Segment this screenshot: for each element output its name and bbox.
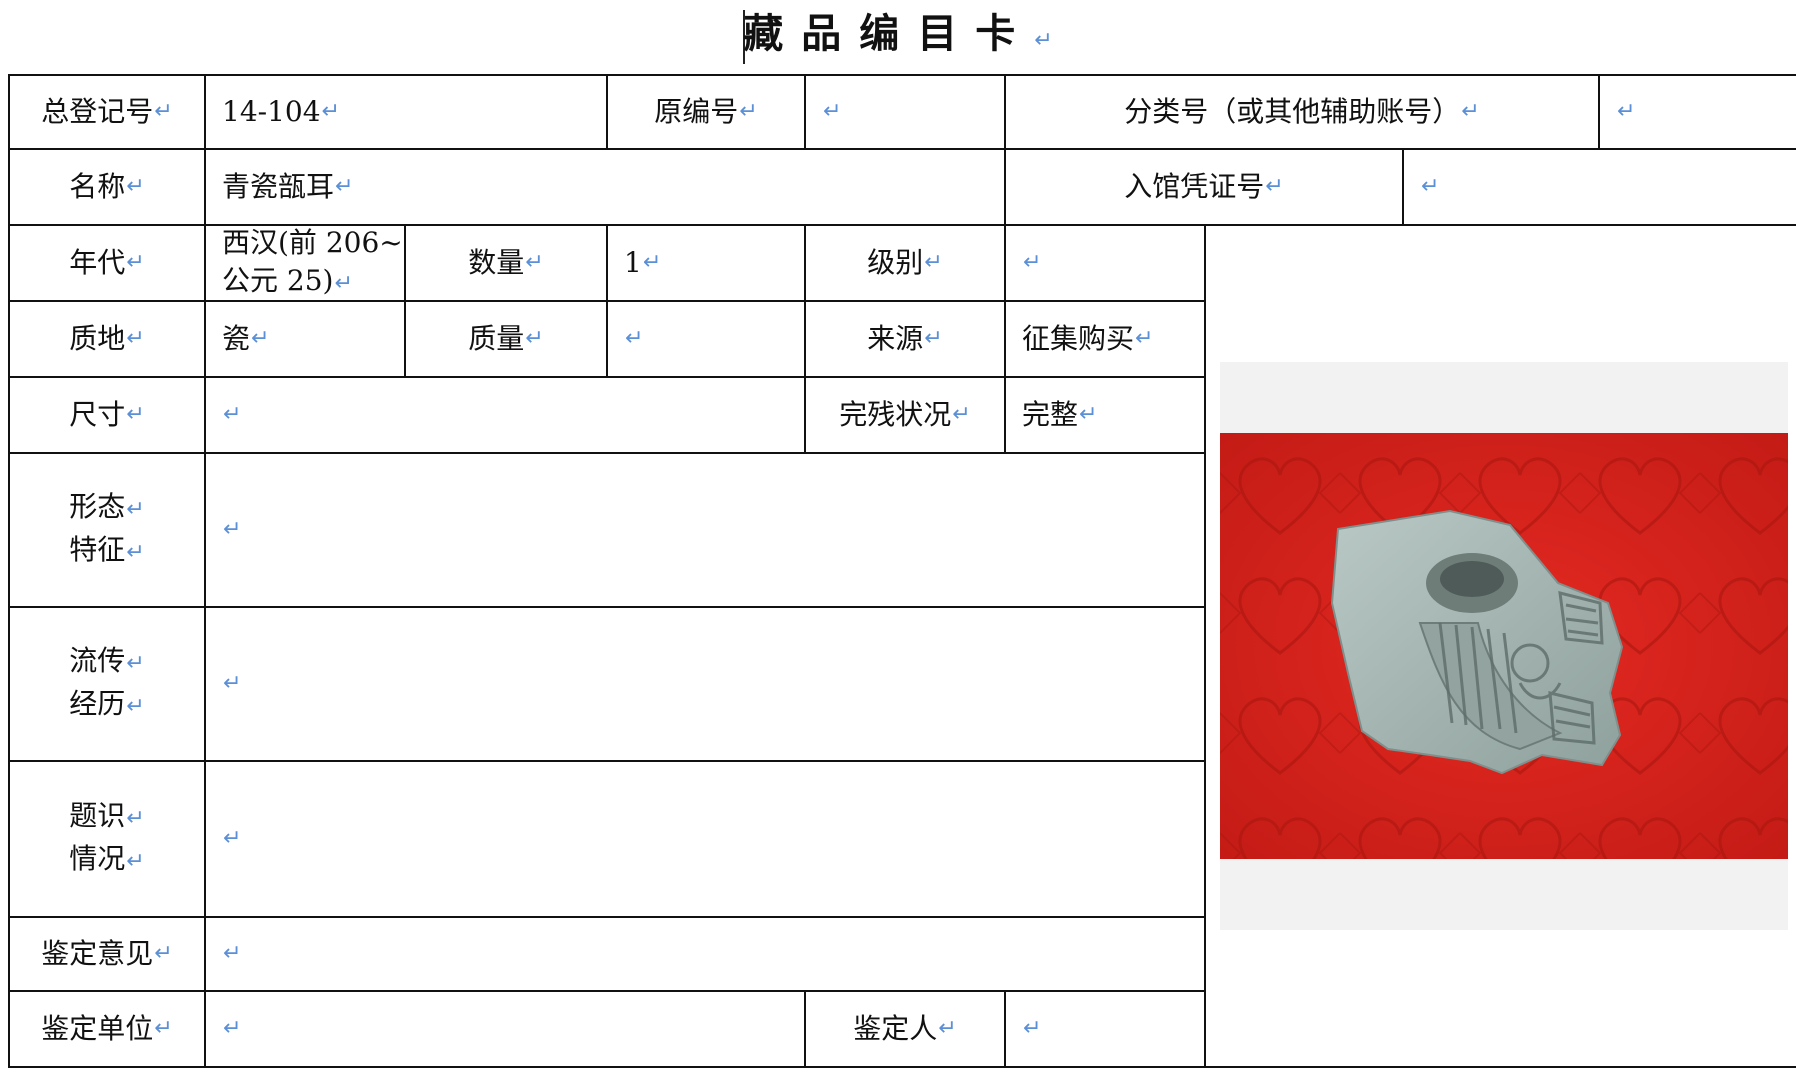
grid-line bbox=[8, 1066, 1796, 1068]
era-label: 年代 ↵ bbox=[69, 246, 145, 279]
source-label: 来源 ↵ bbox=[867, 322, 943, 355]
class-no-label: 分类号（或其他辅助账号） ↵ bbox=[1124, 95, 1480, 128]
appraisal-unit-label: 鉴定单位 ↵ bbox=[41, 1012, 173, 1045]
entry-voucher-label: 入馆凭证号 ↵ bbox=[1124, 170, 1284, 203]
size-value[interactable]: ↵ bbox=[206, 378, 804, 452]
history-value[interactable]: ↵ bbox=[206, 608, 1204, 760]
artifact-photo[interactable] bbox=[1220, 433, 1788, 859]
class-no-value[interactable]: ↵ bbox=[1600, 76, 1796, 148]
form-label: 形态↵ 特征↵ bbox=[69, 490, 145, 566]
history-label: 流传↵ 经历↵ bbox=[69, 644, 145, 720]
appraiser-value[interactable]: ↵ bbox=[1006, 992, 1204, 1066]
grade-value[interactable]: ↵ bbox=[1006, 226, 1204, 300]
grade-label: 级别 ↵ bbox=[867, 246, 943, 279]
appraiser-label: 鉴定人 ↵ bbox=[853, 1012, 957, 1045]
size-label: 尺寸 ↵ bbox=[69, 398, 145, 431]
source-value[interactable]: 征集购买 ↵ bbox=[1006, 302, 1204, 376]
entry-voucher-value[interactable]: ↵ bbox=[1404, 150, 1796, 224]
total-reg-no-label: 总登记号 ↵ bbox=[41, 95, 173, 128]
quantity-value[interactable]: 1 ↵ bbox=[608, 226, 804, 300]
name-label: 名称 ↵ bbox=[69, 170, 145, 203]
era-value[interactable]: 西汉(前 206~ 公元 25)↵ bbox=[206, 226, 404, 300]
condition-value[interactable]: 完整 ↵ bbox=[1006, 378, 1204, 452]
orig-no-value[interactable]: ↵ bbox=[806, 76, 1004, 148]
inscription-label: 题识↵ 情况↵ bbox=[69, 799, 145, 875]
mass-label: 质量 ↵ bbox=[468, 322, 544, 355]
appraisal-unit-value[interactable]: ↵ bbox=[206, 992, 804, 1066]
appraisal-opinion-value[interactable]: ↵ bbox=[206, 918, 1204, 990]
quantity-label: 数量 ↵ bbox=[468, 246, 544, 279]
name-value[interactable]: 青瓷瓿耳 ↵ bbox=[206, 150, 1004, 224]
form-value[interactable]: ↵ bbox=[206, 454, 1204, 606]
inscription-value[interactable]: ↵ bbox=[206, 762, 1204, 916]
material-label: 质地 ↵ bbox=[69, 322, 145, 355]
mass-value[interactable]: ↵ bbox=[608, 302, 804, 376]
total-reg-no-value[interactable]: 14-104 ↵ bbox=[206, 76, 606, 148]
material-value[interactable]: 瓷 ↵ bbox=[206, 302, 404, 376]
grid-line bbox=[1204, 224, 1206, 1068]
orig-no-label: 原编号 ↵ bbox=[654, 95, 758, 128]
appraisal-opinion-label: 鉴定意见 ↵ bbox=[41, 937, 173, 970]
artifact-photo-image bbox=[1220, 433, 1788, 859]
card-title: 藏品编目卡↵ bbox=[0, 4, 1796, 64]
condition-label: 完残状况 ↵ bbox=[839, 398, 971, 431]
